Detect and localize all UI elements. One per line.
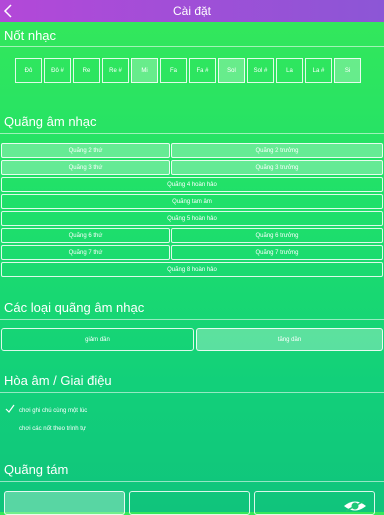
section-title-octave: Quãng tám bbox=[4, 462, 69, 477]
octave-button-2[interactable] bbox=[129, 491, 250, 515]
option-play-together[interactable]: chơi ghi chú cùng một lúc bbox=[19, 408, 87, 414]
note-button-la-sharp[interactable]: La # bbox=[305, 58, 332, 83]
interval-button-perfect-4th[interactable]: Quãng 4 hoàn hảo bbox=[1, 177, 383, 192]
octave-button-3[interactable] bbox=[254, 491, 375, 515]
octave-button-1[interactable] bbox=[4, 491, 125, 515]
note-button-fa[interactable]: Fa bbox=[160, 58, 187, 83]
divider bbox=[0, 133, 384, 134]
note-button-sol-sharp[interactable]: Sol # bbox=[247, 58, 274, 83]
checkmark-icon bbox=[5, 404, 15, 413]
divider bbox=[0, 319, 384, 320]
page-title: Cài đặt bbox=[172, 4, 212, 18]
note-button-fa-sharp[interactable]: Fa # bbox=[189, 58, 216, 83]
interval-button-major-3rd[interactable]: Quãng 3 trưởng bbox=[171, 160, 383, 175]
divider bbox=[0, 46, 384, 47]
divider bbox=[0, 481, 384, 482]
interval-button-major-2nd[interactable]: Quãng 2 trưởng bbox=[171, 143, 383, 158]
section-title-notes: Nốt nhạc bbox=[4, 28, 57, 43]
interval-button-tritone[interactable]: Quãng tam âm bbox=[1, 194, 383, 209]
note-button-la[interactable]: La bbox=[276, 58, 303, 83]
note-button-si[interactable]: Si bbox=[334, 58, 361, 83]
section-title-intervals: Quãng âm nhạc bbox=[4, 114, 97, 129]
interval-button-perfect-5th[interactable]: Quãng 5 hoàn hảo bbox=[1, 211, 383, 226]
note-button-do[interactable]: Đô bbox=[15, 58, 42, 83]
ascending-button[interactable]: tăng dần bbox=[196, 328, 383, 351]
section-title-harmony: Hòa âm / Giai điệu bbox=[4, 373, 112, 388]
interval-button-major-7th[interactable]: Quãng 7 trưởng bbox=[171, 245, 383, 260]
eye-icon bbox=[344, 500, 366, 512]
descending-button[interactable]: giảm dần bbox=[1, 328, 194, 351]
section-title-interval-types: Các loại quãng âm nhạc bbox=[4, 300, 145, 315]
interval-button-minor-6th[interactable]: Quãng 6 thứ bbox=[1, 228, 170, 243]
interval-button-minor-3rd[interactable]: Quãng 3 thứ bbox=[1, 160, 170, 175]
option-play-sequence[interactable]: chơi các nốt theo trình tự bbox=[19, 426, 86, 432]
interval-button-perfect-8th[interactable]: Quãng 8 hoàn hảo bbox=[1, 262, 383, 277]
note-button-re[interactable]: Re bbox=[73, 58, 100, 83]
note-button-do-sharp[interactable]: Đô # bbox=[44, 58, 71, 83]
note-button-mi[interactable]: Mi bbox=[131, 58, 158, 83]
interval-button-minor-7th[interactable]: Quãng 7 thứ bbox=[1, 245, 170, 260]
note-button-re-sharp[interactable]: Re # bbox=[102, 58, 129, 83]
interval-button-major-6th[interactable]: Quãng 6 trưởng bbox=[171, 228, 383, 243]
divider bbox=[0, 392, 384, 393]
note-button-sol[interactable]: Sol bbox=[218, 58, 245, 83]
header-bar: Cài đặt bbox=[0, 0, 384, 22]
interval-button-minor-2nd[interactable]: Quãng 2 thứ bbox=[1, 143, 170, 158]
